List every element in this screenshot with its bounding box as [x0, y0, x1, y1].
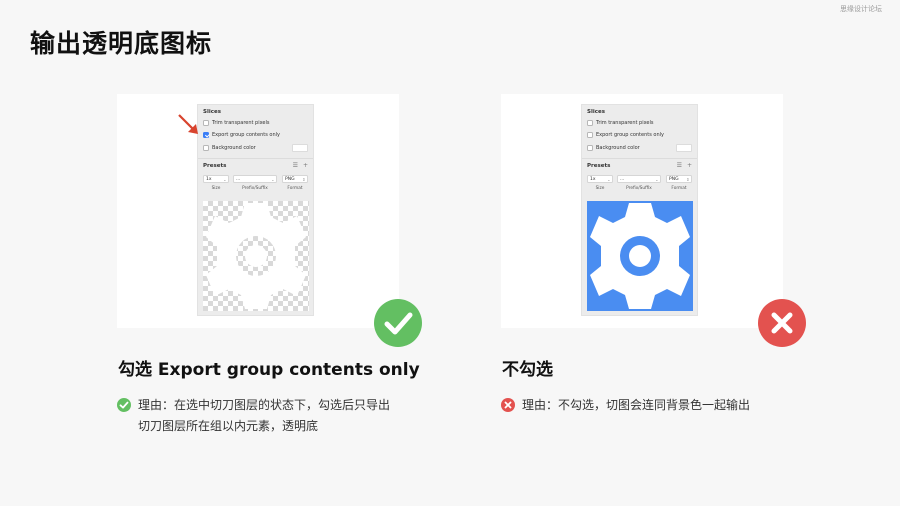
plus-icon[interactable]: + — [687, 162, 692, 169]
size-value: 1x — [206, 177, 212, 182]
stepper-icon: ⇕ — [686, 177, 690, 182]
size-select[interactable]: 1x ⌄ — [587, 175, 613, 183]
export-panel: Slices Trim transparent pixels Export gr… — [197, 104, 314, 316]
export-group-checkbox[interactable] — [203, 132, 209, 138]
presets-title: Presets — [587, 163, 611, 169]
close-icon — [771, 312, 793, 334]
chevron-down-icon: ⌄ — [655, 177, 659, 182]
export-group-checkbox[interactable] — [587, 132, 593, 138]
prefix-field[interactable]: ... ⌄ — [233, 175, 277, 183]
background-row[interactable]: Background color — [587, 145, 640, 151]
sliders-icon[interactable]: ☰ — [677, 162, 682, 169]
background-label: Background color — [212, 145, 256, 151]
size-select[interactable]: 1x ⌄ — [203, 175, 229, 183]
plus-icon[interactable]: + — [303, 162, 308, 169]
size-label: Size — [211, 186, 221, 191]
prefix-label: Prefix/Suffix — [626, 186, 652, 191]
size-value: 1x — [590, 177, 596, 182]
cross-badge — [758, 299, 806, 347]
format-select[interactable]: PNG ⇕ — [282, 175, 308, 183]
right-example-card: Slices Trim transparent pixels Export gr… — [501, 94, 783, 328]
export-panel: Slices Trim transparent pixels Export gr… — [581, 104, 698, 316]
slices-title: Slices — [587, 109, 605, 115]
left-example-card: Slices Trim transparent pixels Export gr… — [117, 94, 399, 328]
format-select[interactable]: PNG ⇕ — [666, 175, 692, 183]
chevron-down-icon: ⌄ — [223, 177, 227, 182]
chevron-down-icon: ⌄ — [271, 177, 275, 182]
divider — [582, 158, 697, 159]
prefix-value: ... — [620, 177, 625, 182]
background-color-swatch[interactable] — [292, 144, 308, 152]
left-reason: 理由：在选中切刀图层的状态下，勾选后只导出切刀图层所在组以内元素，透明底 — [138, 398, 391, 433]
export-group-row[interactable]: Export group contents only — [587, 132, 664, 138]
slices-title: Slices — [203, 109, 221, 115]
chevron-down-icon: ⌄ — [607, 177, 611, 182]
prefix-field[interactable]: ... ⌄ — [617, 175, 661, 183]
background-checkbox[interactable] — [587, 145, 593, 151]
right-caption: 不勾选 — [502, 360, 553, 380]
background-color-swatch[interactable] — [676, 144, 692, 152]
background-label: Background color — [596, 145, 640, 151]
trim-row[interactable]: Trim transparent pixels — [587, 120, 654, 126]
format-value: PNG — [669, 177, 679, 182]
close-icon — [504, 401, 512, 409]
check-icon — [384, 312, 413, 335]
format-label: Format — [287, 186, 303, 191]
red-arrow — [178, 114, 198, 134]
prefix-value: ... — [236, 177, 241, 182]
background-row[interactable]: Background color — [203, 145, 256, 151]
export-group-row[interactable]: Export group contents only — [203, 132, 280, 138]
watermark: 思缘设计论坛 — [840, 5, 882, 13]
export-group-label: Export group contents only — [212, 132, 280, 138]
background-checkbox[interactable] — [203, 145, 209, 151]
divider — [198, 158, 313, 159]
check-icon — [119, 401, 129, 409]
trim-checkbox[interactable] — [587, 120, 593, 126]
trim-checkbox[interactable] — [203, 120, 209, 126]
trim-row[interactable]: Trim transparent pixels — [203, 120, 270, 126]
presets-title: Presets — [203, 163, 227, 169]
format-label: Format — [671, 186, 687, 191]
blue-background-preview — [587, 201, 693, 311]
cross-dot — [501, 398, 515, 412]
stepper-icon: ⇕ — [302, 177, 306, 182]
export-group-label: Export group contents only — [596, 132, 664, 138]
check-badge — [374, 299, 422, 347]
gear-icon — [206, 203, 306, 309]
sliders-icon[interactable]: ☰ — [293, 162, 298, 169]
size-label: Size — [595, 186, 605, 191]
format-value: PNG — [285, 177, 295, 182]
prefix-label: Prefix/Suffix — [242, 186, 268, 191]
transparent-preview — [203, 201, 309, 311]
trim-label: Trim transparent pixels — [212, 120, 270, 126]
left-caption: 勾选 Export group contents only — [118, 360, 420, 380]
check-dot — [117, 398, 131, 412]
trim-label: Trim transparent pixels — [596, 120, 654, 126]
page-title: 输出透明底图标 — [30, 29, 213, 58]
gear-icon — [590, 203, 690, 309]
right-reason: 理由：不勾选，切图会连同背景色一起输出 — [522, 398, 751, 412]
